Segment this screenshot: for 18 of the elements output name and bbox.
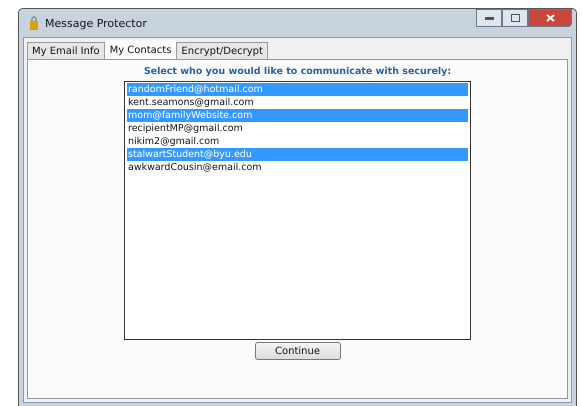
tab[interactable]: My Email Info [27,42,105,59]
contact-item[interactable]: awkwardCousin@email.com [127,161,468,174]
close-icon [546,14,554,22]
contact-item[interactable]: recipientMP@gmail.com [127,122,468,135]
maximize-icon [510,14,520,22]
maximize-button[interactable] [502,9,528,27]
contacts-listbox[interactable]: randomFriend@hotmail.com kent.seamons@gmail.com mom@familyWebsite.com recipientMP@gmail.com nikim2@gmail.com stalwartStudent@byu.edu awkwardCousin@email.com [124,81,471,340]
contact-item[interactable]: kent.seamons@gmail.com [127,96,468,109]
minimize-icon [484,16,494,20]
contact-item[interactable]: nikim2@gmail.com [127,135,468,148]
close-button[interactable] [528,9,572,27]
instruction-heading: Select who you would like to communicate with securely: [144,66,452,77]
window-title: Message Protector [45,16,147,30]
lock-icon [29,16,39,30]
tab[interactable]: My Contacts [104,40,176,59]
continue-button[interactable]: Continue [254,342,340,360]
tab[interactable]: Encrypt/Decrypt [176,42,268,59]
minimize-button[interactable] [476,9,502,27]
